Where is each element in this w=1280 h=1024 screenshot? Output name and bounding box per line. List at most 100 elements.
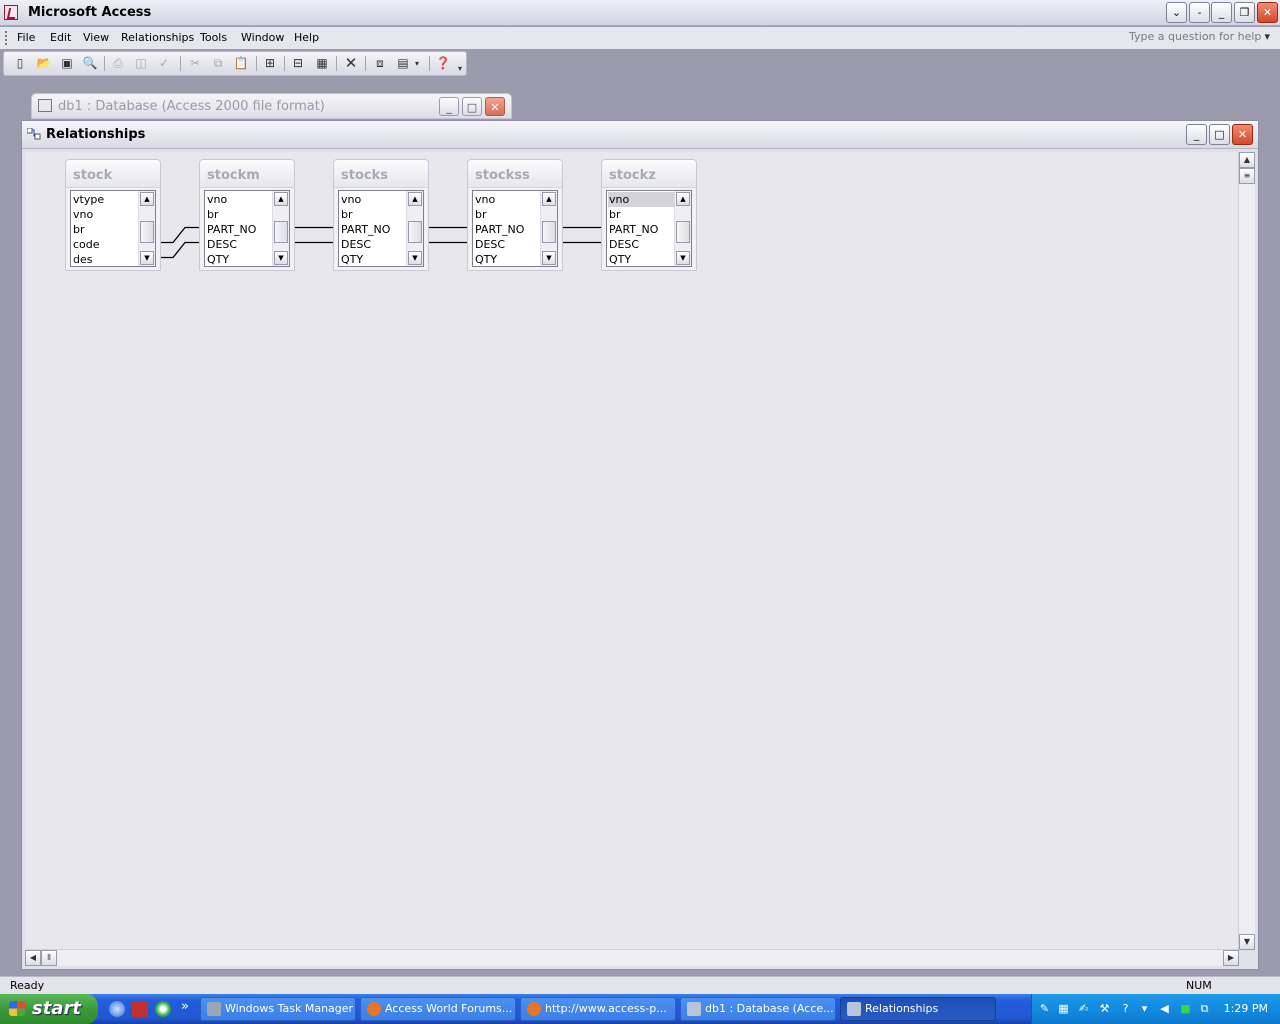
field-item[interactable]: vtype [72, 192, 138, 207]
cut-icon[interactable]: ✂ [186, 55, 204, 72]
field-scroll-thumb[interactable] [140, 221, 154, 243]
paste-icon[interactable]: 📋 [232, 55, 250, 72]
status-tray-icon[interactable]: ■ [1179, 1002, 1192, 1015]
field-list[interactable]: vno br PART_NO DESC QTY ▲ ▼ [606, 190, 692, 267]
print-icon[interactable]: ⎙ [109, 55, 127, 72]
field-list-scrollbar[interactable]: ▲ ▼ [138, 191, 155, 266]
tablet-icon[interactable]: ▦ [1057, 1002, 1070, 1015]
tools-icon[interactable]: ⚒ [1098, 1002, 1111, 1015]
rel-minimize-button[interactable]: _ [1186, 124, 1207, 145]
back-arrow-icon[interactable]: ◀ [1158, 1002, 1171, 1015]
table-header[interactable]: stockss [468, 160, 562, 188]
app-minimize-button[interactable]: _ [1211, 2, 1232, 23]
field-item[interactable]: des [72, 252, 138, 267]
relationship-line[interactable] [161, 226, 199, 244]
field-list[interactable]: vno br PART_NO DESC QTY ▲ ▼ [338, 190, 424, 267]
ie-icon[interactable] [109, 1001, 125, 1017]
field-item[interactable]: PART_NO [608, 222, 674, 237]
field-list-scrollbar[interactable]: ▲ ▼ [406, 191, 423, 266]
new-object-dropdown-icon[interactable]: ▤ [394, 55, 412, 72]
chevron-down-icon[interactable]: ▾ [1264, 30, 1270, 43]
scroll-up-icon[interactable]: ▲ [140, 192, 154, 206]
taskbar-item-db1[interactable]: db1 : Database (Acce... [680, 997, 836, 1021]
relationships-canvas[interactable]: stock vtype vno br code des ▲ ▼ stockm vno br PART_… [25, 152, 1239, 950]
taskbar-item-access-world[interactable]: Access World Forums... [360, 997, 516, 1021]
field-item[interactable]: br [340, 207, 406, 222]
field-item[interactable]: br [474, 207, 540, 222]
field-item[interactable]: vno [608, 192, 674, 207]
delete-icon[interactable]: ✕ [342, 55, 360, 72]
field-item[interactable]: QTY [340, 252, 406, 267]
table-field-list[interactable]: stockm vno br PART_NO DESC QTY ▲ ▼ [199, 159, 295, 271]
field-list[interactable]: vno br PART_NO DESC QTY ▲ ▼ [472, 190, 558, 267]
table-header[interactable]: stockm [200, 160, 294, 188]
scroll-down-icon[interactable]: ▼ [676, 251, 690, 265]
show-all-icon[interactable]: ▦ [313, 55, 331, 72]
field-item[interactable]: PART_NO [474, 222, 540, 237]
field-list-scrollbar[interactable]: ▲ ▼ [540, 191, 557, 266]
start-button[interactable]: start [0, 994, 98, 1024]
field-item[interactable]: DESC [340, 237, 406, 252]
scroll-down-icon[interactable]: ▼ [274, 251, 288, 265]
file-search-icon[interactable]: 🔍 [81, 55, 99, 72]
taskbar-item-task-manager[interactable]: Windows Task Manager [200, 997, 356, 1021]
field-item[interactable]: br [72, 222, 138, 237]
field-item[interactable]: PART_NO [206, 222, 272, 237]
vertical-scroll-thumb[interactable]: ≡ [1239, 168, 1255, 184]
menu-relationships[interactable]: Relationships [121, 31, 194, 44]
field-scroll-thumb[interactable] [676, 221, 690, 243]
print-preview-icon[interactable]: ◫ [132, 55, 150, 72]
menu-view[interactable]: View [83, 31, 109, 44]
scroll-right-icon[interactable]: ▶ [1223, 950, 1239, 966]
new-object-icon[interactable]: ⧈ [371, 55, 389, 72]
vertical-scrollbar[interactable]: ▲ ≡ ▼ [1238, 152, 1255, 950]
app-close-button[interactable]: ✕ [1257, 2, 1278, 23]
show-direct-icon[interactable]: ⊟ [289, 55, 307, 72]
field-item[interactable]: QTY [206, 252, 272, 267]
menu-help[interactable]: Help [294, 31, 319, 44]
toolbar-options-icon[interactable]: ▾ [455, 60, 465, 77]
menu-grip[interactable] [5, 31, 7, 45]
horizontal-scrollbar[interactable]: ◀ ⦀ ▶ [25, 949, 1239, 966]
acrobat-icon[interactable] [132, 1001, 148, 1017]
table-field-list[interactable]: stockz vno br PART_NO DESC QTY ▲ ▼ [601, 159, 697, 271]
field-item[interactable]: vno [474, 192, 540, 207]
taskbar-item-access-programmers[interactable]: http://www.access-p... [520, 997, 676, 1021]
new-icon[interactable]: ▯ [11, 55, 29, 72]
field-list-scrollbar[interactable]: ▲ ▼ [272, 191, 289, 266]
field-list[interactable]: vno br PART_NO DESC QTY ▲ ▼ [204, 190, 290, 267]
menu-tools[interactable]: Tools [200, 31, 227, 44]
ask-question-box[interactable]: Type a question for help ▾ [1128, 30, 1270, 46]
table-field-list[interactable]: stock vtype vno br code des ▲ ▼ [65, 159, 161, 271]
pen-icon[interactable]: ✎ [1038, 1002, 1051, 1015]
show-table-icon[interactable]: ⊞ [261, 55, 279, 72]
db-close-button[interactable]: ✕ [485, 97, 505, 116]
database-window[interactable]: db1 : Database (Access 2000 file format)… [31, 93, 512, 119]
field-item[interactable]: QTY [608, 252, 674, 267]
scroll-up-icon[interactable]: ▲ [408, 192, 422, 206]
relationships-title-bar[interactable]: Relationships _ □ ✕ [22, 121, 1258, 149]
db-minimize-button[interactable]: _ [439, 97, 459, 116]
rel-maximize-button[interactable]: □ [1209, 124, 1230, 145]
scroll-down-icon[interactable]: ▼ [408, 251, 422, 265]
horizontal-scroll-thumb[interactable]: ⦀ [41, 950, 57, 966]
scroll-up-icon[interactable]: ▲ [676, 192, 690, 206]
field-item[interactable]: PART_NO [340, 222, 406, 237]
field-item[interactable]: br [206, 207, 272, 222]
save-icon[interactable]: ▣ [58, 55, 76, 72]
field-item[interactable]: DESC [608, 237, 674, 252]
field-item[interactable]: code [72, 237, 138, 252]
menu-file[interactable]: File [17, 31, 35, 44]
scroll-up-icon[interactable]: ▲ [542, 192, 556, 206]
scroll-up-icon[interactable]: ▲ [274, 192, 288, 206]
field-item[interactable]: vno [340, 192, 406, 207]
field-item[interactable]: br [608, 207, 674, 222]
copy-icon[interactable]: ⧉ [209, 55, 227, 72]
field-list-scrollbar[interactable]: ▲ ▼ [674, 191, 691, 266]
chevron-down-icon[interactable]: ▾ [412, 55, 422, 72]
db-maximize-button[interactable]: □ [462, 97, 482, 116]
network-icon[interactable]: ⧉ [1198, 1002, 1211, 1015]
chevron-down-icon[interactable]: ▾ [1138, 1002, 1151, 1015]
menu-window[interactable]: Window [241, 31, 284, 44]
field-scroll-thumb[interactable] [542, 221, 556, 243]
